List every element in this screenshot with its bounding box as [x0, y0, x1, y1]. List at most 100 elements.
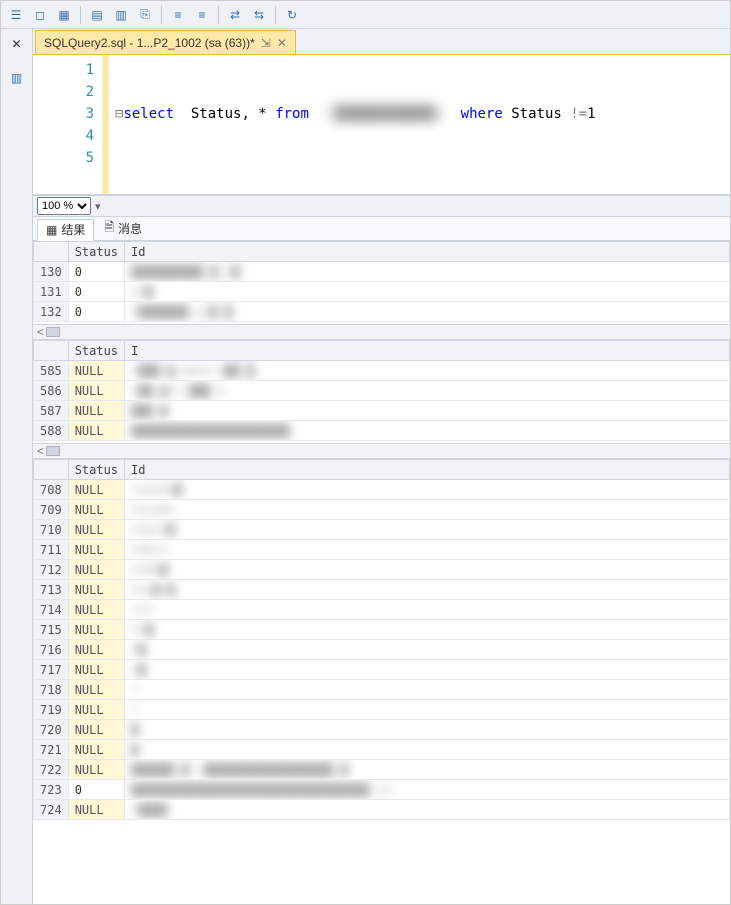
row-number[interactable]: 713: [34, 580, 69, 600]
cell-status[interactable]: NULL: [68, 500, 124, 520]
cell-id[interactable]: f██ ▇fc-███ 6: [125, 381, 730, 401]
cell-status[interactable]: NULL: [68, 381, 124, 401]
cell-status[interactable]: NULL: [68, 740, 124, 760]
row-number[interactable]: 723: [34, 780, 69, 800]
row-number[interactable]: 721: [34, 740, 69, 760]
table-row[interactable]: 1300██████████ █ b█: [34, 262, 730, 282]
cell-status[interactable]: NULL: [68, 421, 124, 441]
table-row[interactable]: 585NULLf███ ▇-08e9-b██ █-: [34, 361, 730, 381]
tab-sqlquery2[interactable]: SQLQuery2.sql - 1...P2_1002 (sa (63))* ⇲…: [35, 30, 296, 54]
cell-id[interactable]: fc█: [125, 620, 730, 640]
toolbar-refresh[interactable]: ↻: [281, 4, 303, 26]
row-number[interactable]: 588: [34, 421, 69, 441]
table-row[interactable]: 719NULLf: [34, 700, 730, 720]
table-row[interactable]: 712NULLfb85█: [34, 560, 730, 580]
gutter-panel-icon[interactable]: ▥: [6, 67, 28, 89]
toolbar-swap-1[interactable]: ⇄: [224, 4, 246, 26]
cell-status[interactable]: 0: [68, 262, 124, 282]
row-number[interactable]: 712: [34, 560, 69, 580]
row-number[interactable]: 717: [34, 660, 69, 680]
row-number[interactable]: 722: [34, 760, 69, 780]
cell-id[interactable]: ██████████ █ b█: [125, 262, 730, 282]
cell-id[interactable]: fbc█ █: [125, 580, 730, 600]
cell-status[interactable]: NULL: [68, 680, 124, 700]
cell-id[interactable]: █████████████████████████████████ 13: [125, 780, 730, 800]
cell-id[interactable]: fc3: [125, 600, 730, 620]
cell-id[interactable]: fb647█: [125, 520, 730, 540]
gutter-close-icon[interactable]: ✕: [6, 33, 28, 55]
cell-status[interactable]: NULL: [68, 361, 124, 381]
toolbar-swap-2[interactable]: ⇆: [248, 4, 270, 26]
toolbar-indent-right[interactable]: ≡: [191, 4, 213, 26]
code-line-2[interactable]: [115, 169, 724, 191]
cell-id[interactable]: f█: [125, 640, 730, 660]
row-number[interactable]: 714: [34, 600, 69, 620]
cell-status[interactable]: NULL: [68, 640, 124, 660]
table-row[interactable]: 588NULL██████████████████████: [34, 421, 730, 441]
code-area[interactable]: ⊟select Status, * from C████████████s wh…: [109, 55, 730, 194]
row-number[interactable]: 711: [34, 540, 69, 560]
row-number[interactable]: 716: [34, 640, 69, 660]
rownum-header[interactable]: [34, 242, 69, 262]
row-number[interactable]: 132: [34, 302, 69, 322]
cell-id[interactable]: fb813: [125, 540, 730, 560]
row-number[interactable]: 718: [34, 680, 69, 700]
zoom-dropdown-icon[interactable]: ▾: [95, 200, 101, 213]
cell-id[interactable]: faeb49█: [125, 480, 730, 500]
cell-status[interactable]: NULL: [68, 401, 124, 421]
cell-status[interactable]: NULL: [68, 580, 124, 600]
code-editor[interactable]: 12345 ⊟select Status, * from C██████████…: [33, 55, 730, 195]
cell-status[interactable]: NULL: [68, 480, 124, 500]
table-row[interactable]: 1310fa█: [34, 282, 730, 302]
result-grid-1[interactable]: StatusId1300██████████ █ b█1310fa█1320f█…: [33, 241, 730, 322]
horizontal-scrollbar[interactable]: <: [33, 443, 730, 459]
table-row[interactable]: 717NULLf█: [34, 660, 730, 680]
toolbar-btn-1[interactable]: ☰: [5, 4, 27, 26]
rownum-header[interactable]: [34, 460, 69, 480]
cell-status[interactable]: NULL: [68, 660, 124, 680]
close-tab-icon[interactable]: ✕: [277, 36, 287, 50]
cell-id[interactable]: ██████████████████████: [125, 421, 730, 441]
column-header[interactable]: Status: [68, 460, 124, 480]
horizontal-scrollbar[interactable]: <: [33, 324, 730, 340]
column-header[interactable]: I: [125, 341, 730, 361]
cell-id[interactable]: f███████ ae█ █: [125, 302, 730, 322]
cell-status[interactable]: NULL: [68, 620, 124, 640]
table-row[interactable]: 710NULLfb647█: [34, 520, 730, 540]
cell-id[interactable]: fa█: [125, 282, 730, 302]
cell-id[interactable]: fb85█: [125, 560, 730, 580]
table-row[interactable]: 724NULLf████: [34, 800, 730, 820]
table-row[interactable]: 587NULL███ █: [34, 401, 730, 421]
table-row[interactable]: 1320f███████ ae█ █: [34, 302, 730, 322]
column-header[interactable]: Id: [125, 460, 730, 480]
cell-status[interactable]: NULL: [68, 560, 124, 580]
cell-id[interactable]: █: [125, 740, 730, 760]
table-row[interactable]: 722NULL██████ █- ██████████████████ █: [34, 760, 730, 780]
row-number[interactable]: 719: [34, 700, 69, 720]
column-header[interactable]: Status: [68, 341, 124, 361]
cell-id[interactable]: ██████ █- ██████████████████ █: [125, 760, 730, 780]
cell-id[interactable]: f: [125, 700, 730, 720]
table-row[interactable]: 586NULLf██ ▇fc-███ 6: [34, 381, 730, 401]
table-row[interactable]: 715NULLfc█: [34, 620, 730, 640]
toolbar-btn-6[interactable]: ⎘: [134, 4, 156, 26]
result-grid-3[interactable]: StatusId708NULLfaeb49█709NULLfb2e85710NU…: [33, 459, 730, 820]
result-grid-2[interactable]: StatusI585NULLf███ ▇-08e9-b██ █-586NULLf…: [33, 340, 730, 441]
cell-id[interactable]: █: [125, 720, 730, 740]
toolbar-btn-4[interactable]: ▤: [86, 4, 108, 26]
cell-status[interactable]: 0: [68, 302, 124, 322]
table-row[interactable]: 720NULL█: [34, 720, 730, 740]
cell-status[interactable]: NULL: [68, 700, 124, 720]
row-number[interactable]: 720: [34, 720, 69, 740]
table-row[interactable]: 708NULLfaeb49█: [34, 480, 730, 500]
cell-status[interactable]: NULL: [68, 760, 124, 780]
row-number[interactable]: 709: [34, 500, 69, 520]
table-row[interactable]: 716NULLf█: [34, 640, 730, 660]
row-number[interactable]: 715: [34, 620, 69, 640]
table-row[interactable]: 709NULLfb2e85: [34, 500, 730, 520]
tab-messages[interactable]: 🗎 消息: [96, 218, 150, 240]
table-row[interactable]: 711NULLfb813: [34, 540, 730, 560]
row-number[interactable]: 710: [34, 520, 69, 540]
table-row[interactable]: 714NULLfc3: [34, 600, 730, 620]
zoom-select[interactable]: 100 %: [37, 197, 91, 215]
